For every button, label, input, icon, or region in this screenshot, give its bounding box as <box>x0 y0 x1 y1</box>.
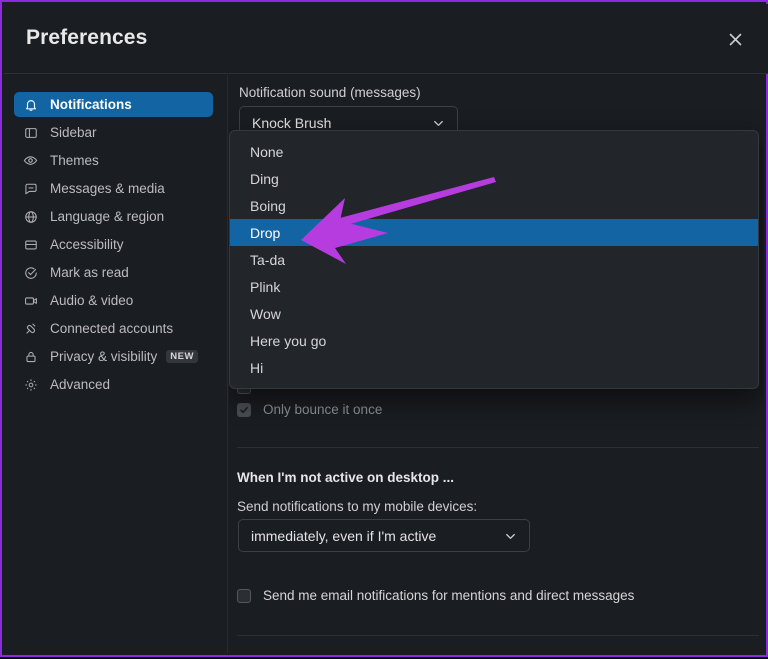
sidebar-item-label: Audio & video <box>50 293 133 308</box>
only-bounce-once-row[interactable]: Only bounce it once <box>237 402 382 417</box>
message-icon <box>22 180 39 197</box>
dropdown-option[interactable]: Boing <box>230 192 758 219</box>
chevron-down-icon <box>504 529 517 542</box>
status-badge: NEW <box>166 350 198 364</box>
sidebar-item-language-region[interactable]: Language & region <box>14 204 213 229</box>
dropdown-option[interactable]: Ta-da <box>230 246 758 273</box>
section-divider <box>237 635 759 636</box>
camera-icon <box>22 292 39 309</box>
mobile-devices-label: Send notifications to my mobile devices: <box>237 499 477 514</box>
section-heading-not-active: When I'm not active on desktop ... <box>237 470 454 485</box>
sidebar-item-accessibility[interactable]: Accessibility <box>14 232 213 257</box>
dropdown-option[interactable]: Here you go <box>230 327 758 354</box>
sidebar-item-label: Privacy & visibility <box>50 349 157 364</box>
sidebar-item-connected-accounts[interactable]: Connected accounts <box>14 316 213 341</box>
sidebar-item-label: Sidebar <box>50 125 97 140</box>
sidebar-item-notifications[interactable]: Notifications <box>14 92 213 117</box>
sidebar-item-audio-video[interactable]: Audio & video <box>14 288 213 313</box>
dropdown-option[interactable]: None <box>230 138 758 165</box>
notification-sound-dropdown-menu[interactable]: None Ding Boing Drop Ta-da Plink Wow Her… <box>229 130 759 389</box>
check-circle-icon <box>22 264 39 281</box>
mobile-notifications-value: immediately, even if I'm active <box>251 528 436 544</box>
mobile-notifications-select[interactable]: immediately, even if I'm active <box>238 519 530 552</box>
plug-icon <box>22 320 39 337</box>
sidebar-item-label: Mark as read <box>50 265 129 280</box>
sidebar-item-mark-as-read[interactable]: Mark as read <box>14 260 213 285</box>
sidebar-item-privacy-visibility[interactable]: Privacy & visibility NEW <box>14 344 213 369</box>
window-titlebar: Preferences <box>4 4 768 74</box>
sidebar-item-label: Messages & media <box>50 181 165 196</box>
sidebar-item-label: Themes <box>50 153 99 168</box>
email-notifications-checkbox[interactable] <box>237 589 251 603</box>
sidebar-item-themes[interactable]: Themes <box>14 148 213 173</box>
email-notifications-row[interactable]: Send me email notifications for mentions… <box>237 588 634 603</box>
dropdown-option[interactable]: Wow <box>230 300 758 327</box>
sidebar-item-advanced[interactable]: Advanced <box>14 372 213 397</box>
sidebar-item-label: Language & region <box>50 209 164 224</box>
preferences-sidebar: Notifications Sidebar Themes <box>4 75 228 653</box>
chevron-down-icon <box>432 116 445 129</box>
close-icon[interactable] <box>722 26 748 52</box>
sidebar-item-messages-media[interactable]: Messages & media <box>14 176 213 201</box>
sidebar-icon <box>22 124 39 141</box>
notification-sound-value: Knock Brush <box>252 115 331 131</box>
dropdown-option-selected[interactable]: Drop <box>230 219 758 246</box>
keyboard-icon <box>22 236 39 253</box>
page-title: Preferences <box>26 26 147 50</box>
only-bounce-once-checkbox[interactable] <box>237 403 251 417</box>
bell-icon <box>22 96 39 113</box>
notification-sound-label: Notification sound (messages) <box>239 85 421 100</box>
sidebar-item-sidebar[interactable]: Sidebar <box>14 120 213 145</box>
dropdown-option[interactable]: Plink <box>230 273 758 300</box>
lock-icon <box>22 348 39 365</box>
dropdown-option[interactable]: Hi <box>230 354 758 381</box>
gear-icon <box>22 376 39 393</box>
dropdown-option[interactable]: Ding <box>230 165 758 192</box>
sidebar-item-label: Notifications <box>50 97 132 112</box>
notifications-settings-panel: Notification sound (messages) Knock Brus… <box>229 75 764 653</box>
globe-icon <box>22 208 39 225</box>
only-bounce-once-label: Only bounce it once <box>263 402 382 417</box>
section-divider <box>237 447 759 448</box>
eye-icon <box>22 152 39 169</box>
email-notifications-label: Send me email notifications for mentions… <box>263 588 634 603</box>
sidebar-item-label: Advanced <box>50 377 110 392</box>
preferences-window: Preferences Notifications <box>0 0 768 657</box>
sidebar-item-label: Connected accounts <box>50 321 173 336</box>
sidebar-item-label: Accessibility <box>50 237 124 252</box>
